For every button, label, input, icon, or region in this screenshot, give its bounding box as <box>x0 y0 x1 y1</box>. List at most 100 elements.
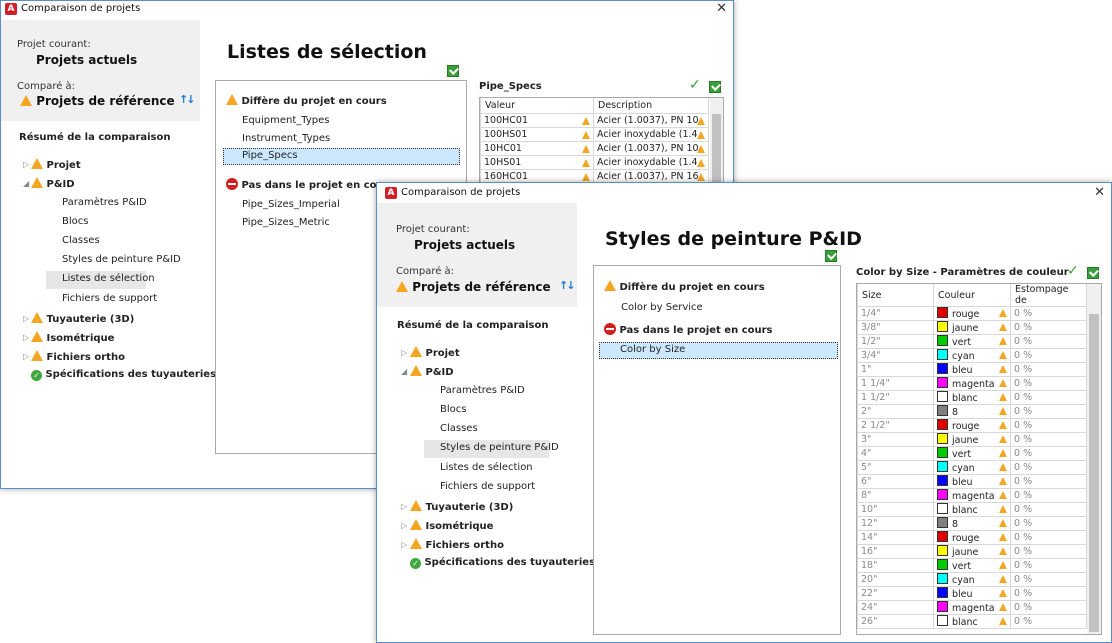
checkmark-icon[interactable]: ✓ <box>1067 263 1079 279</box>
cell-size[interactable]: 1" <box>857 362 934 377</box>
cell-color[interactable]: 8 <box>933 516 1011 531</box>
list-item-selected[interactable]: Color by Size <box>599 342 838 359</box>
cell-fade[interactable]: 0 % <box>1010 362 1087 377</box>
cell-fade[interactable]: 0 % <box>1010 530 1087 545</box>
tree-item-pid[interactable]: P&ID <box>31 177 75 190</box>
cell-color[interactable]: magenta <box>933 600 1011 615</box>
cell-size[interactable]: 8" <box>857 488 934 503</box>
expand-icon[interactable]: ▷ <box>23 314 29 323</box>
cell-size[interactable]: 3" <box>857 432 934 447</box>
cell-description[interactable]: Acier (1.0037), PN 10 <box>593 141 709 156</box>
table-row[interactable]: 10HC01 Acier (1.0037), PN 10 <box>480 141 709 156</box>
list-item-selected[interactable]: Pipe_Specs <box>223 148 460 165</box>
checkmark-icon[interactable]: ✓ <box>689 77 701 93</box>
tree-item-pid[interactable]: P&ID <box>410 365 454 378</box>
cell-size[interactable]: 2 1/2" <box>857 418 934 433</box>
cell-fade[interactable]: 0 % <box>1010 516 1087 531</box>
list-item[interactable]: Color by Service <box>621 302 703 313</box>
cell-size[interactable]: 14" <box>857 530 934 545</box>
cell-fade[interactable]: 0 % <box>1010 320 1087 335</box>
sort-arrows-icon[interactable]: ↑↓ <box>559 279 576 292</box>
cell-color[interactable]: blanc <box>933 502 1011 517</box>
cell-color[interactable]: magenta <box>933 488 1011 503</box>
table-row[interactable]: 22" bleu 0 % <box>857 586 1087 601</box>
cell-fade[interactable]: 0 % <box>1010 390 1087 405</box>
table-row[interactable]: 10HS01 Acier inoxydable (1.4 <box>480 155 709 170</box>
cell-fade[interactable]: 0 % <box>1010 432 1087 447</box>
tree-item-paint-styles[interactable]: Styles de peinture P&ID <box>424 440 559 458</box>
cell-size[interactable]: 20" <box>857 572 934 587</box>
tree-item-paint-styles[interactable]: Styles de peinture P&ID <box>62 254 181 265</box>
table-row[interactable]: 8" magenta 0 % <box>857 488 1087 503</box>
cell-color[interactable]: cyan <box>933 460 1011 475</box>
cell-color[interactable]: jaune <box>933 544 1011 559</box>
vertical-scrollbar[interactable] <box>1087 284 1101 634</box>
cell-color[interactable]: blanc <box>933 390 1011 405</box>
cell-size[interactable]: 26" <box>857 614 934 629</box>
cell-size[interactable]: 10" <box>857 502 934 517</box>
tree-item-blocks[interactable]: Blocs <box>62 216 88 227</box>
cell-value[interactable]: 10HS01 <box>480 155 594 170</box>
cell-fade[interactable]: 0 % <box>1010 488 1087 503</box>
tree-item-pid-settings[interactable]: Paramètres P&ID <box>440 385 525 396</box>
tree-item-pipe-specs[interactable]: ✓ Spécifications des tuyauteries <box>31 369 216 381</box>
cell-color[interactable]: rouge <box>933 530 1011 545</box>
tree-item-selection-lists[interactable]: Listes de sélection <box>46 271 155 289</box>
table-row[interactable]: 10" blanc 0 % <box>857 502 1087 517</box>
cell-size[interactable]: 24" <box>857 600 934 615</box>
cell-color[interactable]: blanc <box>933 614 1011 629</box>
expand-icon[interactable]: ▷ <box>23 333 29 342</box>
tree-item-piping-3d[interactable]: Tuyauterie (3D) <box>410 500 513 513</box>
table-row[interactable]: 1 1/2" blanc 0 % <box>857 390 1087 405</box>
cell-fade[interactable]: 0 % <box>1010 614 1087 629</box>
cell-fade[interactable]: 0 % <box>1010 572 1087 587</box>
table-row[interactable]: 2 1/2" rouge 0 % <box>857 418 1087 433</box>
cell-color[interactable]: vert <box>933 334 1011 349</box>
table-row[interactable]: 5" cyan 0 % <box>857 460 1087 475</box>
cell-size[interactable]: 22" <box>857 586 934 601</box>
expand-icon[interactable]: ▷ <box>401 348 407 357</box>
close-icon[interactable]: ✕ <box>1094 185 1105 200</box>
scrollbar-thumb[interactable] <box>712 114 721 184</box>
table-row[interactable]: 1/2" vert 0 % <box>857 334 1087 349</box>
table-row[interactable]: 20" cyan 0 % <box>857 572 1087 587</box>
cell-fade[interactable]: 0 % <box>1010 586 1087 601</box>
tree-item-ortho[interactable]: Fichiers ortho <box>31 350 125 363</box>
list-item[interactable]: Instrument_Types <box>242 133 330 144</box>
cell-value[interactable]: 100HC01 <box>480 113 594 128</box>
tree-item-selection-lists[interactable]: Listes de sélection <box>440 462 533 473</box>
scrollbar-thumb[interactable] <box>1089 314 1099 632</box>
expand-icon[interactable]: ▷ <box>401 502 407 511</box>
cell-size[interactable]: 16" <box>857 544 934 559</box>
cell-size[interactable]: 1/2" <box>857 334 934 349</box>
cell-color[interactable]: rouge <box>933 306 1011 321</box>
table-row[interactable]: 6" bleu 0 % <box>857 474 1087 489</box>
cell-color[interactable]: vert <box>933 558 1011 573</box>
close-icon[interactable]: ✕ <box>716 1 727 16</box>
cell-fade[interactable]: 0 % <box>1010 334 1087 349</box>
cell-color[interactable]: jaune <box>933 320 1011 335</box>
cell-size[interactable]: 4" <box>857 446 934 461</box>
accept-all-icon[interactable] <box>709 81 721 93</box>
cell-fade[interactable]: 0 % <box>1010 404 1087 419</box>
tree-item-ortho[interactable]: Fichiers ortho <box>410 538 504 551</box>
cell-value[interactable]: 10HC01 <box>480 141 594 156</box>
accept-all-icon[interactable] <box>447 65 459 77</box>
table-row[interactable]: 100HC01 Acier (1.0037), PN 10 <box>480 113 709 128</box>
table-row[interactable]: 1 1/4" magenta 0 % <box>857 376 1087 391</box>
cell-fade[interactable]: 0 % <box>1010 376 1087 391</box>
table-row[interactable]: 1/4" rouge 0 % <box>857 306 1087 321</box>
accept-all-icon[interactable] <box>825 250 837 262</box>
expand-icon[interactable]: ▷ <box>401 521 407 530</box>
cell-fade[interactable]: 0 % <box>1010 446 1087 461</box>
cell-size[interactable]: 6" <box>857 474 934 489</box>
table-row[interactable]: 16" jaune 0 % <box>857 544 1087 559</box>
cell-color[interactable]: rouge <box>933 418 1011 433</box>
accept-all-icon[interactable] <box>1087 267 1099 279</box>
tree-item-pipe-specs[interactable]: ✓ Spécifications des tuyauteries <box>410 557 595 569</box>
tree-item-support-files[interactable]: Fichiers de support <box>440 481 535 492</box>
table-row[interactable]: 100HS01 Acier inoxydable (1.4 <box>480 127 709 142</box>
tree-item-projet[interactable]: Projet <box>410 346 460 359</box>
cell-color[interactable]: bleu <box>933 362 1011 377</box>
cell-color[interactable]: magenta <box>933 376 1011 391</box>
